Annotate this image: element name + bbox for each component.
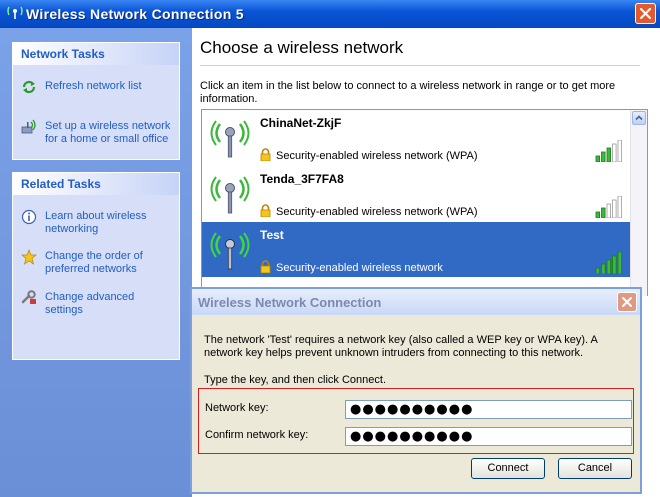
network-security: Security-enabled wireless network (WPA) [276,150,478,162]
task-pane: Network Tasks Refresh network list Set u… [0,28,192,497]
network-ssid: Tenda_3F7FA8 [260,172,344,186]
divider [200,65,640,66]
cancel-button[interactable]: Cancel [558,458,632,479]
network-key-label: Network key: [205,402,269,414]
network-item[interactable]: ChinaNet-ZkjF Security-enabled wireless … [202,110,630,165]
network-list[interactable]: ChinaNet-ZkjF Security-enabled wireless … [201,109,648,296]
wireless-antenna-icon [210,176,250,214]
signal-bar [612,255,617,274]
close-icon [639,7,652,20]
signal-strength-icon [595,196,622,218]
dialog-title: Wireless Network Connection [198,295,382,310]
signal-bar [606,147,611,162]
intro-text: Click an item in the list below to conne… [200,80,616,105]
chevron-up-icon [635,115,643,121]
confirm-key-label: Confirm network key: [205,429,309,441]
dialog-title-bar[interactable]: Wireless Network Connection [192,289,640,315]
network-tasks-panel: Network Tasks Refresh network list Set u… [12,42,180,160]
refresh-icon [21,79,37,95]
signal-bar [612,199,617,218]
change-advanced-settings-label: Change advanced settings [45,291,135,316]
signal-bar [617,140,622,162]
dialog-message: The network 'Test' requires a network ke… [204,334,598,359]
network-key-dialog: Wireless Network Connection The network … [190,287,642,494]
refresh-network-list-label: Refresh network list [45,80,142,92]
lock-icon [260,204,271,218]
network-ssid: Test [260,228,284,242]
network-key-fields: Network key: ●●●●●●●●●● Confirm network … [198,388,634,454]
page-title: Choose a wireless network [200,38,404,57]
confirm-key-input[interactable]: ●●●●●●●●●● [345,427,632,446]
star-icon [21,249,37,265]
wireless-icon [6,4,24,20]
signal-bar [601,151,606,162]
related-tasks-heading: Related Tasks [13,173,179,195]
signal-bar [595,211,600,218]
network-ssid: ChinaNet-ZkjF [260,116,342,130]
close-button[interactable] [635,3,656,24]
network-security: Security-enabled wireless network (WPA) [276,206,478,218]
related-tasks-panel: Related Tasks Learn about wireless netwo… [12,172,180,360]
lock-icon [260,148,271,162]
signal-bar [595,155,600,162]
setup-wireless-network-label: Set up a wireless network for a home or … [45,120,171,145]
network-security: Security-enabled wireless network [276,262,443,274]
connect-button[interactable]: Connect [471,458,545,479]
network-item[interactable]: Tenda_3F7FA8 Security-enabled wireless n… [202,166,630,221]
signal-bar [606,259,611,274]
learn-wireless-networking-label: Learn about wireless networking [45,210,147,235]
wireless-connection-window: Wireless Network Connection 5 Network Ta… [0,0,660,497]
network-tasks-heading: Network Tasks [13,43,179,65]
change-preferred-order-label: Change the order of preferred networks [45,250,143,275]
close-icon [622,297,632,307]
scroll-up-button[interactable] [632,111,646,125]
network-key-input[interactable]: ●●●●●●●●●● [345,400,632,419]
signal-bar [612,143,617,162]
signal-bar [617,196,622,218]
signal-strength-icon [595,140,622,162]
signal-strength-icon [595,252,622,274]
network-list-scrollbar[interactable] [630,110,647,296]
window-title: Wireless Network Connection 5 [26,6,244,22]
signal-bar [595,267,600,274]
signal-bar [601,263,606,274]
signal-bar [617,252,622,274]
info-icon [21,209,37,225]
settings-icon [21,290,37,306]
dialog-close-button[interactable] [617,292,637,312]
wireless-setup-icon [21,119,37,135]
signal-bar [606,203,611,218]
lock-icon [260,260,271,274]
signal-bar [601,207,606,218]
wireless-antenna-icon [210,232,250,270]
dialog-instruction: Type the key, and then click Connect. [204,374,387,386]
wireless-antenna-icon [210,120,250,158]
network-item-selected[interactable]: Test Security-enabled wireless network [202,222,630,277]
title-bar[interactable]: Wireless Network Connection 5 [0,0,660,28]
